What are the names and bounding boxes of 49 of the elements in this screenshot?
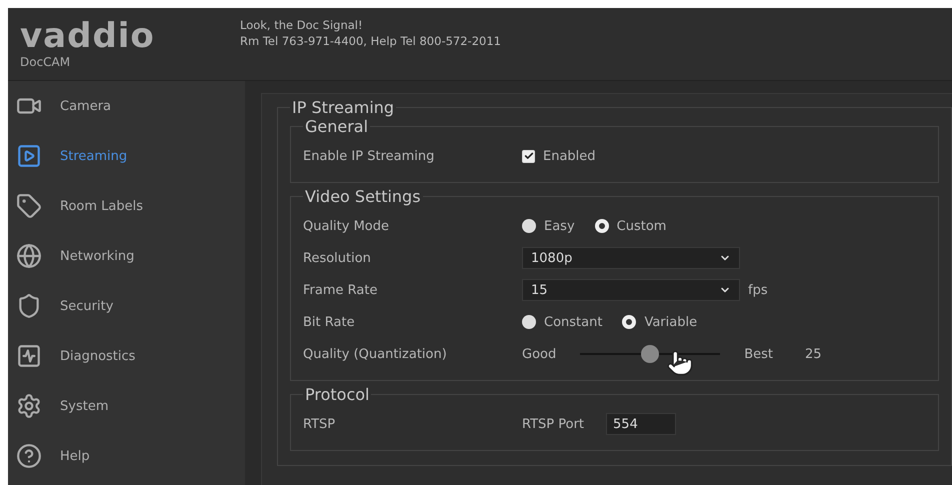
sidebar-item[interactable]: Diagnostics <box>8 331 245 381</box>
section-title: Protocol <box>304 385 370 404</box>
slider-min-label: Good <box>522 346 556 362</box>
header-message: Look, the Doc Signal! <box>240 18 364 32</box>
field-label: RTSP Port <box>522 416 584 432</box>
sidebar-item[interactable]: Room Labels <box>8 181 245 231</box>
product-name: DocCAM <box>20 55 70 69</box>
slider-max-label: Best <box>744 346 774 362</box>
field-label: Resolution <box>303 250 372 266</box>
port-field[interactable]: 554 <box>606 413 676 435</box>
dropdown[interactable]: 15 <box>522 279 740 301</box>
slider-thumb[interactable] <box>641 345 660 363</box>
play-icon <box>16 143 42 169</box>
sidebar-item[interactable]: Camera <box>8 81 245 131</box>
radio-button[interactable] <box>522 315 536 329</box>
contact-info: Rm Tel 763-971-4400, Help Tel 800-572-2011 <box>240 34 501 48</box>
radio-button[interactable] <box>522 219 536 233</box>
radio-label: Variable <box>644 314 698 330</box>
globe-icon <box>16 243 42 269</box>
field-label: Bit Rate <box>303 314 356 330</box>
field-label: Quality Mode <box>303 218 390 234</box>
radio-label: Custom <box>616 218 666 234</box>
settings-icon <box>16 393 42 419</box>
radio-label: Easy <box>544 218 575 234</box>
field-label: Enable IP Streaming <box>303 148 436 164</box>
sidebar-item[interactable]: Streaming <box>8 131 245 181</box>
dropdown[interactable]: 1080p <box>522 247 740 269</box>
panel-title: IP Streaming <box>291 98 396 117</box>
radio-label: Constant <box>544 314 602 330</box>
tag-icon <box>16 193 42 219</box>
field-label: Quality (Quantization) <box>303 346 448 362</box>
pulse-icon <box>16 343 42 369</box>
hand-cursor-icon <box>666 349 694 377</box>
radio-button[interactable] <box>622 315 636 329</box>
section-title: General <box>304 117 370 136</box>
field-label: Frame Rate <box>303 282 378 298</box>
slider-value: 25 <box>805 346 822 362</box>
sidebar-item[interactable]: Security <box>8 281 245 331</box>
checkbox-label: Enabled <box>543 148 596 164</box>
sidebar-item[interactable]: System <box>8 381 245 431</box>
section-title: Video Settings <box>304 187 422 206</box>
field-label: RTSP <box>303 416 336 432</box>
help-icon <box>16 443 42 469</box>
sidebar-item[interactable]: Networking <box>8 231 245 281</box>
checkbox[interactable] <box>522 150 535 162</box>
radio-button[interactable] <box>594 219 609 233</box>
unit-label: fps <box>748 282 768 298</box>
sidebar-item[interactable]: Help <box>8 431 245 481</box>
logo: vaddio <box>20 19 155 53</box>
